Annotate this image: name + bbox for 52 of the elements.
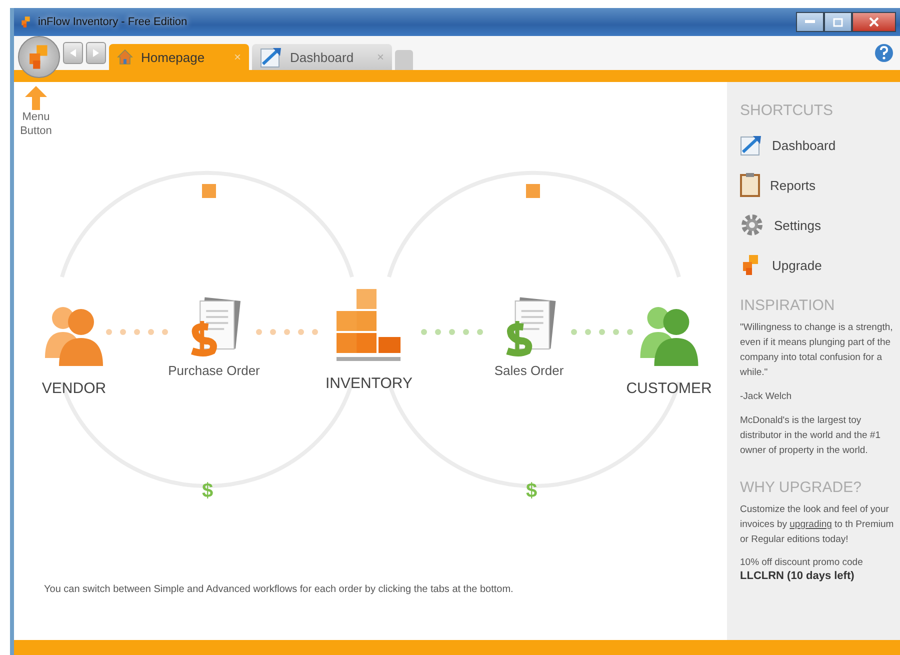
minimize-button[interactable] (796, 12, 824, 32)
shortcut-link[interactable]: Upgrade (772, 256, 822, 274)
node-label: Sales Order (494, 363, 564, 378)
shortcut-link[interactable]: Dashboard (772, 136, 836, 154)
section-heading: INSPIRATION (740, 297, 836, 314)
back-icon (70, 49, 76, 57)
help-icon[interactable] (874, 43, 894, 63)
box-icon (526, 184, 540, 198)
quote-text: "Willingness to change is a strength, even if it means plunging part of the company into total confusion for a while." (740, 321, 894, 380)
minimize-icon (805, 20, 815, 24)
dotted-connector (256, 329, 318, 335)
dotted-connector (421, 329, 483, 335)
box-icon (202, 184, 216, 198)
fact-text: McDonald's is the largest toy distributor in the world and the #1 owner of property in the world. (740, 414, 882, 458)
menu-button[interactable] (18, 36, 60, 78)
inline-link[interactable]: upgrading (790, 519, 832, 530)
section-heading: WHY UPGRADE? (740, 479, 862, 496)
payment-label: $ (526, 480, 538, 503)
section-heading: SHORTCUTS (740, 102, 834, 119)
maximize-button[interactable] (824, 12, 852, 32)
home-icon (117, 49, 133, 65)
forward-icon (93, 49, 99, 57)
window-title: inFlow Inventory - Free Edition (38, 16, 188, 28)
close-icon (869, 17, 879, 27)
upgrade-text: Customize the look and feel of your invoices by upgrading to th Premium or Regular editions today! (740, 503, 895, 547)
quote-author: -Jack Welch (740, 390, 793, 404)
boxes-icon (335, 287, 403, 363)
promo-code: LLCLRN (10 days left) (740, 570, 856, 582)
tab[interactable]: Dashboard × (252, 44, 392, 70)
arrow-icon (25, 86, 47, 110)
shortcut-link[interactable]: Reports (770, 176, 816, 194)
dotted-connector (571, 329, 633, 335)
forward-button[interactable] (86, 42, 106, 64)
chart-icon (260, 46, 282, 68)
gear-icon (740, 213, 764, 237)
menu-hint-label: Menu Button (19, 110, 53, 138)
maximize-icon (833, 18, 843, 26)
node-label: VENDOR (42, 380, 106, 397)
promo-text: 10% off discount promo code (740, 556, 864, 570)
clipboard-icon (740, 173, 760, 197)
workflow-hint: You can switch between Simple and Advanced workflows for each order by clicking the tabs at the bottom. (44, 584, 514, 595)
node-label: Purchase Order (168, 363, 260, 378)
payment-label: $ (202, 480, 214, 503)
app-logo-icon (20, 16, 32, 28)
close-button[interactable] (852, 12, 896, 32)
node-label: CUSTOMER (626, 380, 712, 397)
dotted-connector (106, 329, 168, 335)
chart-icon (740, 134, 762, 156)
tab[interactable]: Homepage × (109, 44, 249, 70)
shortcut-link[interactable]: Settings (774, 216, 821, 234)
back-button[interactable] (63, 42, 83, 64)
node-label: INVENTORY (326, 375, 412, 392)
